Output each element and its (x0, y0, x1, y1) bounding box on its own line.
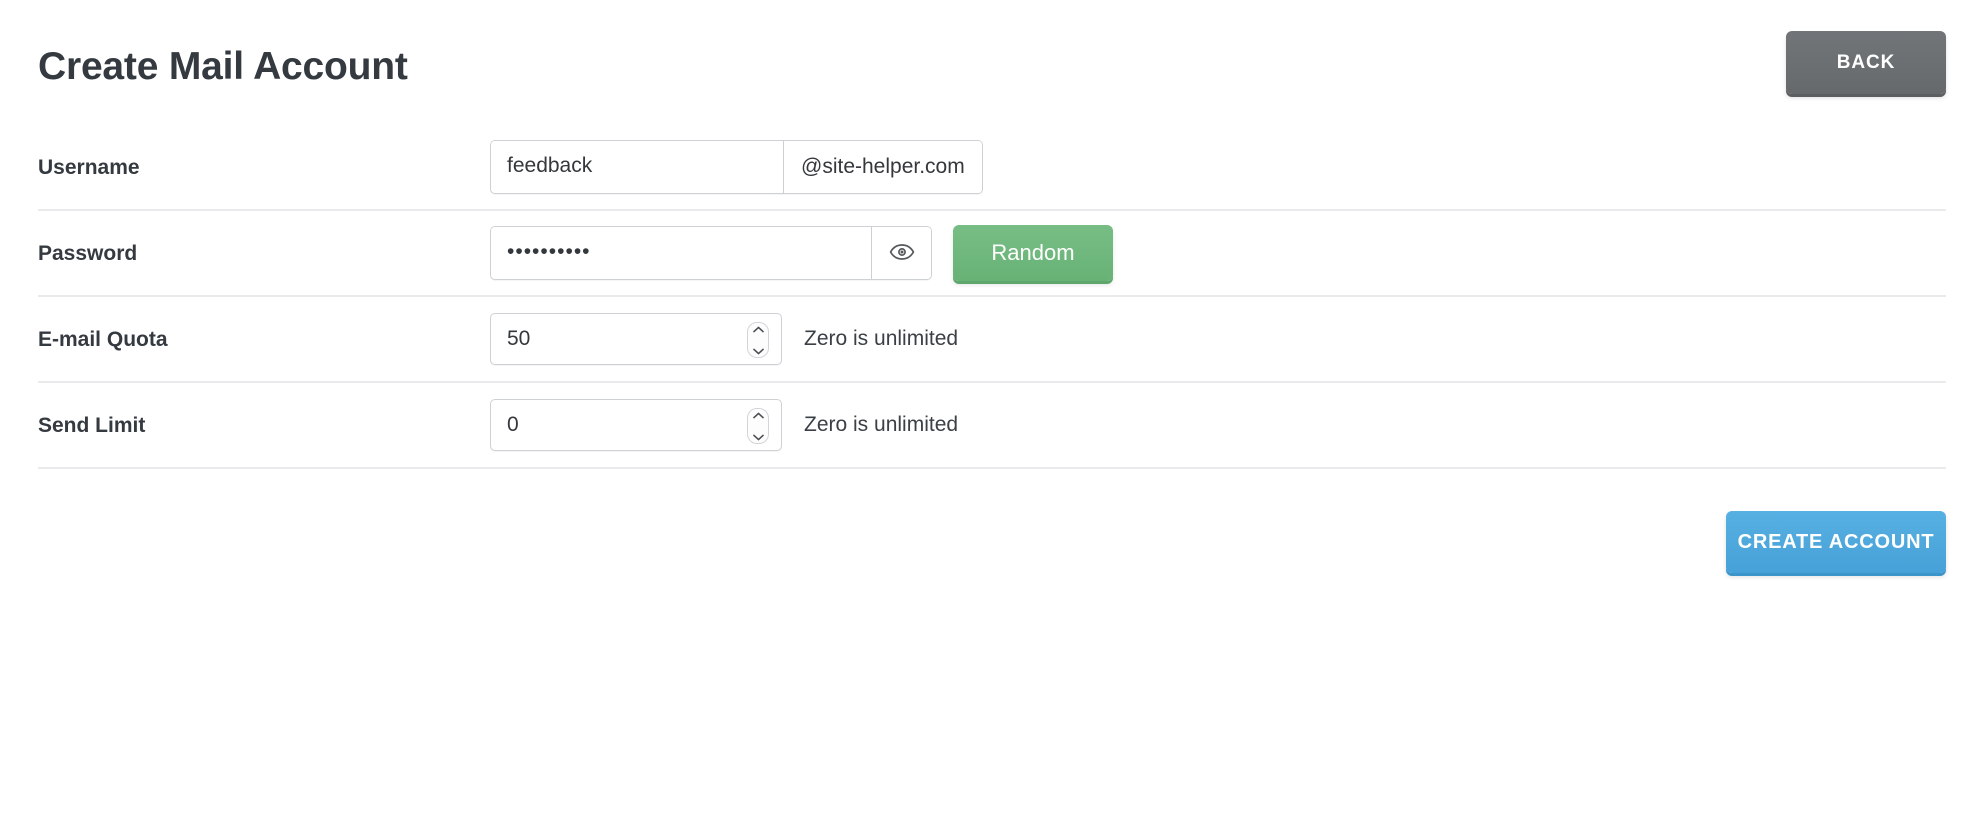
send-limit-hint: Zero is unlimited (804, 413, 959, 436)
email-quota-stepper[interactable] (747, 322, 769, 358)
email-quota-input[interactable] (490, 313, 782, 365)
email-quota-hint: Zero is unlimited (804, 327, 959, 350)
password-input-group (490, 226, 932, 280)
password-control: Random (490, 225, 1113, 281)
form-row-send-limit: Send Limit 0 Zero is unlimited (38, 383, 1946, 469)
send-limit-control: Zero is unlimited (490, 399, 958, 451)
mail-account-form: Username @site-helper.com Password (38, 125, 1946, 469)
password-input[interactable] (491, 227, 871, 277)
username-control: @site-helper.com (490, 140, 983, 194)
send-limit-label: Send Limit (38, 413, 146, 437)
page-header: Create Mail Account BACK (38, 0, 1946, 125)
chevron-down-icon (752, 342, 764, 360)
email-quota-wrap (490, 313, 782, 365)
email-quota-control: Zero is unlimited (490, 313, 958, 365)
form-row-username: Username @site-helper.com (38, 125, 1946, 211)
eye-icon (889, 243, 915, 264)
create-mail-account-page: Create Mail Account BACK Username @site-… (0, 0, 1984, 816)
form-row-password: Password Random (38, 211, 1946, 297)
create-account-button[interactable]: CREATE ACCOUNT (1726, 511, 1946, 573)
send-limit-stepper[interactable] (747, 408, 769, 444)
random-password-button[interactable]: Random (953, 225, 1113, 281)
username-input-group: @site-helper.com (490, 140, 983, 194)
username-input[interactable] (491, 141, 783, 191)
page-title: Create Mail Account (38, 45, 408, 88)
form-row-email-quota: E-mail Quota 50 Zero is unlimited (38, 297, 1946, 383)
chevron-up-icon (752, 406, 764, 424)
page-footer: CREATE ACCOUNT (38, 469, 1946, 609)
send-limit-input[interactable] (490, 399, 782, 451)
back-button[interactable]: BACK (1786, 31, 1946, 94)
username-label: Username (38, 155, 140, 179)
send-limit-wrap (490, 399, 782, 451)
chevron-down-icon (752, 428, 764, 446)
chevron-up-icon (752, 320, 764, 338)
toggle-password-visibility-button[interactable] (871, 227, 931, 279)
username-domain-suffix: @site-helper.com (783, 141, 982, 193)
password-label: Password (38, 241, 138, 265)
email-quota-label: E-mail Quota (38, 327, 168, 351)
